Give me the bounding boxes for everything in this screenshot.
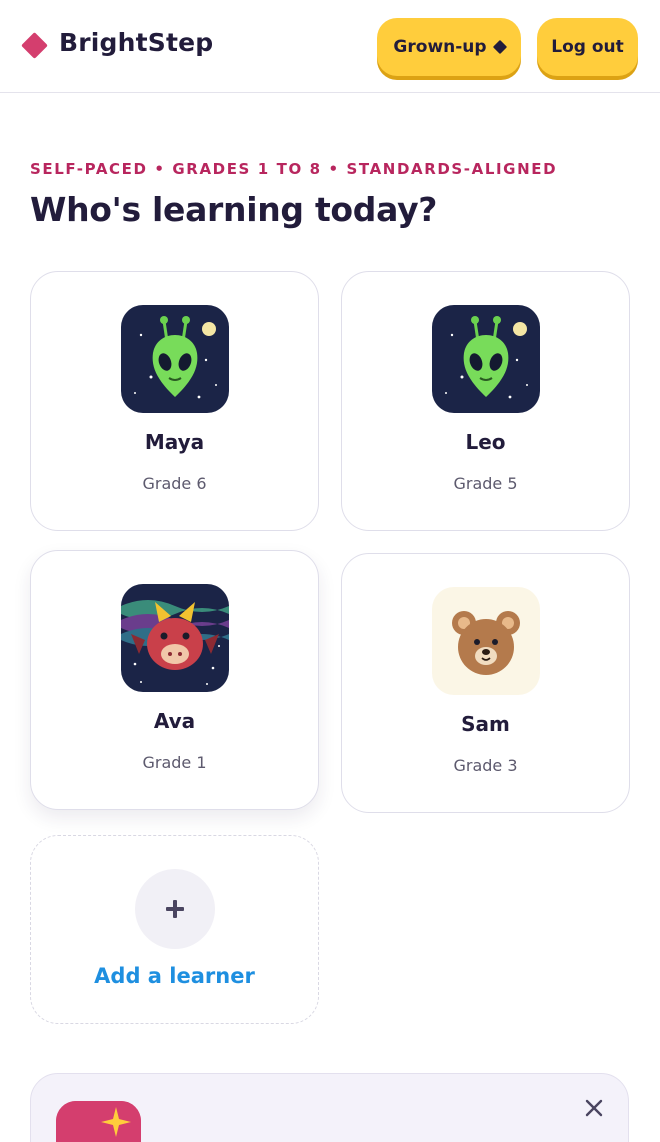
learner-grade: Grade 1 <box>142 753 207 772</box>
app-header: BrightStep Grown-up Log out <box>0 0 660 93</box>
learner-card-maya[interactable]: Maya Grade 6 <box>30 271 319 531</box>
plus-icon[interactable] <box>135 869 215 949</box>
sparkle-gift-icon <box>56 1101 141 1142</box>
add-learner-label[interactable]: Add a learner <box>31 964 318 988</box>
learner-grade: Grade 3 <box>453 756 518 775</box>
learner-card-sam[interactable]: Sam Grade 3 <box>341 553 630 813</box>
bear-icon <box>432 587 540 695</box>
logout-button[interactable]: Log out <box>537 18 638 76</box>
add-learner-card[interactable]: Add a learner <box>30 835 319 1024</box>
learner-card-ava[interactable]: Ava Grade 1 <box>30 550 319 810</box>
close-icon[interactable] <box>582 1096 606 1120</box>
promo-banner <box>30 1073 629 1142</box>
learner-name: Maya <box>144 430 205 454</box>
diamond-icon <box>492 39 507 55</box>
learner-grade: Grade 5 <box>453 474 518 493</box>
dragon-icon <box>121 584 229 692</box>
learner-name: Sam <box>461 712 510 736</box>
tagline: SELF-PACED • GRADES 1 TO 8 • STANDARDS-A… <box>30 160 558 178</box>
grownup-button-label: Grown-up <box>393 37 487 57</box>
grownup-button[interactable]: Grown-up <box>377 18 521 76</box>
alien-icon <box>432 305 540 413</box>
learner-card-leo[interactable]: Leo Grade 5 <box>341 271 630 531</box>
logout-button-label: Log out <box>551 37 624 57</box>
page-title: Who's learning today? <box>30 190 438 229</box>
alien-icon <box>121 305 229 413</box>
learner-name: Leo <box>465 430 506 454</box>
brand-name[interactable]: BrightStep <box>59 28 213 57</box>
brand-logo-icon <box>21 32 48 59</box>
learner-grade: Grade 6 <box>142 474 207 493</box>
learner-name: Ava <box>153 709 196 733</box>
